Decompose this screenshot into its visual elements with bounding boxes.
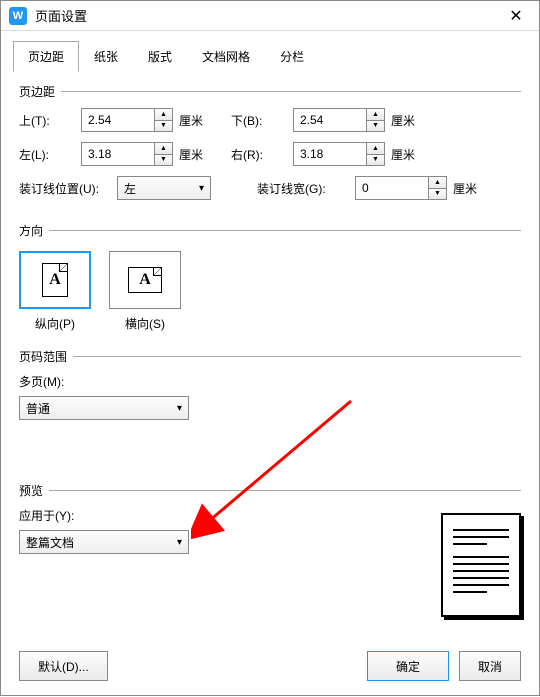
portrait-label: 纵向(P) xyxy=(19,315,91,332)
landscape-label: 横向(S) xyxy=(109,315,181,332)
tab-bar: 页边距 纸张 版式 文档网格 分栏 xyxy=(1,31,539,72)
gutter-width-spin-down[interactable]: ▼ xyxy=(429,189,446,200)
left-spin-up[interactable]: ▲ xyxy=(155,143,172,155)
tab-grid[interactable]: 文档网格 xyxy=(187,41,265,72)
left-unit: 厘米 xyxy=(179,146,207,163)
portrait-option[interactable]: A xyxy=(19,251,91,309)
titlebar: W 页面设置 ✕ xyxy=(1,1,539,31)
bottom-spin-up[interactable]: ▲ xyxy=(367,109,384,121)
app-icon: W xyxy=(9,7,27,25)
multi-label: 多页(M): xyxy=(19,373,521,390)
left-spin-down[interactable]: ▼ xyxy=(155,155,172,166)
left-input[interactable] xyxy=(82,143,154,165)
top-input[interactable] xyxy=(82,109,154,131)
multi-dropdown[interactable]: 普通 xyxy=(19,396,189,420)
landscape-option[interactable]: A xyxy=(109,251,181,309)
gutter-width-spin-up[interactable]: ▲ xyxy=(429,177,446,189)
cancel-button[interactable]: 取消 xyxy=(459,651,521,681)
left-label: 左(L): xyxy=(19,146,75,163)
landscape-icon: A xyxy=(128,267,162,293)
gutter-pos-dropdown[interactable]: 左 xyxy=(117,176,211,200)
gutter-pos-value: 左 xyxy=(124,180,136,197)
gutter-width-spinner[interactable]: ▲▼ xyxy=(355,176,447,200)
preview-group: 预览 应用于(Y): 整篇文档 xyxy=(19,482,521,617)
page-range-legend: 页码范围 xyxy=(19,348,73,365)
gutter-width-input[interactable] xyxy=(356,177,428,199)
right-spin-down[interactable]: ▼ xyxy=(367,155,384,166)
tab-margins[interactable]: 页边距 xyxy=(13,41,79,72)
bottom-spinner[interactable]: ▲▼ xyxy=(293,108,385,132)
apply-dropdown[interactable]: 整篇文档 xyxy=(19,530,189,554)
margins-group: 页边距 上(T): ▲▼ 厘米 下(B): ▲▼ 厘米 左(L): xyxy=(19,83,521,210)
orientation-legend: 方向 xyxy=(19,222,49,239)
orientation-group: 方向 A 纵向(P) A 横向(S) xyxy=(19,222,521,336)
gutter-width-unit: 厘米 xyxy=(453,180,481,197)
close-button[interactable]: ✕ xyxy=(501,1,531,31)
margins-legend: 页边距 xyxy=(19,83,61,100)
tab-layout[interactable]: 版式 xyxy=(133,41,187,72)
tab-paper[interactable]: 纸张 xyxy=(79,41,133,72)
gutter-pos-label: 装订线位置(U): xyxy=(19,180,111,197)
left-spinner[interactable]: ▲▼ xyxy=(81,142,173,166)
preview-legend: 预览 xyxy=(19,482,49,499)
top-unit: 厘米 xyxy=(179,112,207,129)
preview-thumbnail xyxy=(441,513,521,617)
tab-columns[interactable]: 分栏 xyxy=(265,41,319,72)
top-spin-down[interactable]: ▼ xyxy=(155,121,172,132)
window-title: 页面设置 xyxy=(35,6,501,25)
bottom-spin-down[interactable]: ▼ xyxy=(367,121,384,132)
right-spin-up[interactable]: ▲ xyxy=(367,143,384,155)
ok-button[interactable]: 确定 xyxy=(367,651,449,681)
right-label: 右(R): xyxy=(231,146,287,163)
multi-value: 普通 xyxy=(26,400,50,417)
top-spin-up[interactable]: ▲ xyxy=(155,109,172,121)
apply-value: 整篇文档 xyxy=(26,534,74,551)
top-spinner[interactable]: ▲▼ xyxy=(81,108,173,132)
page-range-group: 页码范围 多页(M): 普通 xyxy=(19,348,521,420)
right-input[interactable] xyxy=(294,143,366,165)
default-button[interactable]: 默认(D)... xyxy=(19,651,108,681)
portrait-icon: A xyxy=(42,263,68,297)
gutter-width-label: 装订线宽(G): xyxy=(257,180,349,197)
top-label: 上(T): xyxy=(19,112,75,129)
bottom-unit: 厘米 xyxy=(391,112,419,129)
bottom-input[interactable] xyxy=(294,109,366,131)
apply-label: 应用于(Y): xyxy=(19,507,411,524)
right-unit: 厘米 xyxy=(391,146,419,163)
right-spinner[interactable]: ▲▼ xyxy=(293,142,385,166)
bottom-label: 下(B): xyxy=(231,112,287,129)
